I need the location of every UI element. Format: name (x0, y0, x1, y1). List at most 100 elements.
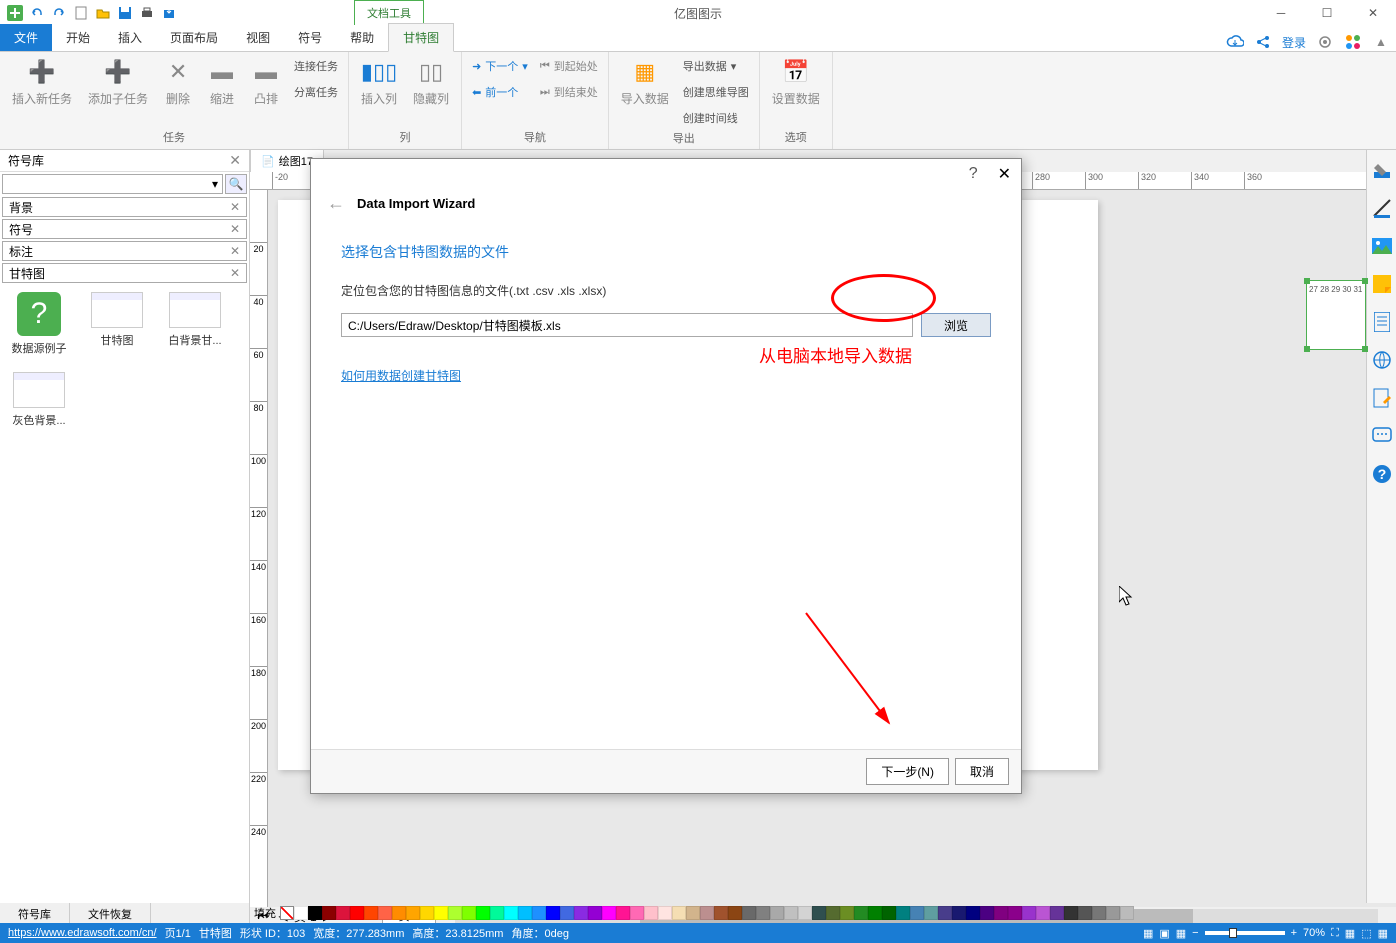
tab-gantt[interactable]: 甘特图 (388, 23, 454, 52)
color-swatch[interactable] (1036, 906, 1050, 920)
how-to-link[interactable]: 如何用数据创建甘特图 (341, 367, 461, 384)
image-tool-icon[interactable] (1370, 234, 1394, 258)
cancel-button[interactable]: 取消 (955, 758, 1009, 785)
color-swatch[interactable] (924, 906, 938, 920)
color-swatch[interactable] (574, 906, 588, 920)
color-swatch[interactable] (672, 906, 686, 920)
color-swatch[interactable] (1050, 906, 1064, 920)
color-swatch[interactable] (280, 906, 294, 920)
hide-column-button[interactable]: ▯▯隐藏列 (409, 56, 453, 109)
bottom-tab-symlib[interactable]: 符号库 (0, 903, 70, 925)
color-swatch[interactable] (644, 906, 658, 920)
color-swatch[interactable] (700, 906, 714, 920)
color-swatch[interactable] (742, 906, 756, 920)
category-callout[interactable]: 标注✕ (2, 241, 247, 261)
share-icon[interactable] (1254, 33, 1272, 51)
color-swatch[interactable] (350, 906, 364, 920)
next-button[interactable]: ➜ 下一个 ▾ (470, 56, 530, 76)
color-swatch[interactable] (630, 906, 644, 920)
import-data-button[interactable]: ▦导入数据 (617, 56, 673, 109)
outdent-button[interactable]: ▬凸排 (248, 56, 284, 109)
color-swatch[interactable] (504, 906, 518, 920)
tab-file[interactable]: 文件 (0, 24, 52, 51)
tab-help[interactable]: 帮助 (336, 24, 388, 51)
color-swatch[interactable] (966, 906, 980, 920)
color-swatch[interactable] (1064, 906, 1078, 920)
color-swatch[interactable] (602, 906, 616, 920)
chat-tool-icon[interactable] (1370, 424, 1394, 448)
split-tasks-button[interactable]: 分离任务 (292, 82, 340, 102)
file-path-input[interactable] (341, 313, 913, 337)
color-swatch[interactable] (364, 906, 378, 920)
dialog-close-icon[interactable]: ✕ (998, 164, 1011, 184)
color-swatch[interactable] (448, 906, 462, 920)
to-start-button[interactable]: ⏮ 到起始处 (538, 56, 600, 76)
fit-icon[interactable]: ▦ (1378, 927, 1388, 940)
edit-tool-icon[interactable] (1370, 386, 1394, 410)
view-mode-icon[interactable]: ▦ (1176, 927, 1186, 940)
color-swatch[interactable] (882, 906, 896, 920)
indent-button[interactable]: ▬缩进 (204, 56, 240, 109)
fit-icon[interactable]: ⛶ (1331, 927, 1339, 940)
color-swatch[interactable] (938, 906, 952, 920)
color-swatch[interactable] (1078, 906, 1092, 920)
set-data-button[interactable]: 📅设置数据 (768, 56, 824, 109)
color-swatch[interactable] (896, 906, 910, 920)
color-swatch[interactable] (392, 906, 406, 920)
tab-page-layout[interactable]: 页面布局 (156, 24, 232, 51)
status-url[interactable]: https://www.edrawsoft.com/cn/ (8, 927, 157, 939)
category-symbol[interactable]: 符号✕ (2, 219, 247, 239)
color-swatch[interactable] (462, 906, 476, 920)
add-sub-task-button[interactable]: ➕添加子任务 (84, 56, 152, 109)
color-swatch[interactable] (854, 906, 868, 920)
fit-icon[interactable]: ⬚ (1361, 927, 1371, 940)
category-background[interactable]: 背景✕ (2, 197, 247, 217)
delete-task-button[interactable]: ✕删除 (160, 56, 196, 109)
create-mindmap-button[interactable]: 创建思维导图 (681, 82, 751, 102)
color-swatch[interactable] (1120, 906, 1134, 920)
color-swatch[interactable] (308, 906, 322, 920)
dialog-back-icon[interactable]: ← (327, 193, 345, 214)
maximize-button[interactable]: ☐ (1304, 0, 1350, 26)
print-icon[interactable] (138, 4, 156, 22)
export-icon[interactable] (160, 4, 178, 22)
app-logo-icon[interactable] (6, 4, 24, 22)
thumb-white-bg-gantt[interactable]: 白背景甘... (164, 292, 226, 356)
tab-insert[interactable]: 插入 (104, 24, 156, 51)
color-swatch[interactable] (756, 906, 770, 920)
color-swatch[interactable] (770, 906, 784, 920)
prev-button[interactable]: ⬅ 前一个 (470, 82, 530, 102)
color-swatch[interactable] (518, 906, 532, 920)
save-icon[interactable] (116, 4, 134, 22)
color-swatch[interactable] (336, 906, 350, 920)
color-swatch[interactable] (798, 906, 812, 920)
settings-icon[interactable] (1316, 33, 1334, 51)
next-button[interactable]: 下一步(N) (866, 758, 949, 785)
color-swatch[interactable] (616, 906, 630, 920)
zoom-out-icon[interactable]: − (1192, 927, 1198, 939)
browse-button[interactable]: 浏览 (921, 313, 991, 337)
color-swatch[interactable] (686, 906, 700, 920)
fit-icon[interactable]: ▦ (1345, 927, 1355, 940)
open-icon[interactable] (94, 4, 112, 22)
color-swatch[interactable] (840, 906, 854, 920)
multi-icon[interactable] (1344, 33, 1362, 51)
color-swatch[interactable] (322, 906, 336, 920)
insert-column-button[interactable]: ▮▯▯插入列 (357, 56, 401, 109)
library-dropdown[interactable]: ▾ (2, 174, 223, 194)
color-swatch[interactable] (784, 906, 798, 920)
zoom-slider[interactable] (1205, 931, 1285, 935)
tab-view[interactable]: 视图 (232, 24, 284, 51)
color-swatch[interactable] (728, 906, 742, 920)
help-tool-icon[interactable]: ? (1370, 462, 1394, 486)
zoom-in-icon[interactable]: + (1291, 927, 1297, 939)
globe-tool-icon[interactable] (1370, 348, 1394, 372)
gantt-chart-shape[interactable]: 27 28 29 30 31 (1306, 280, 1366, 350)
collapse-ribbon-icon[interactable]: ▲ (1372, 33, 1390, 51)
color-swatch[interactable] (490, 906, 504, 920)
to-end-button[interactable]: ⏭ 到结束处 (538, 82, 600, 102)
color-swatch[interactable] (406, 906, 420, 920)
color-swatch[interactable] (952, 906, 966, 920)
line-tool-icon[interactable] (1370, 196, 1394, 220)
color-swatch[interactable] (476, 906, 490, 920)
